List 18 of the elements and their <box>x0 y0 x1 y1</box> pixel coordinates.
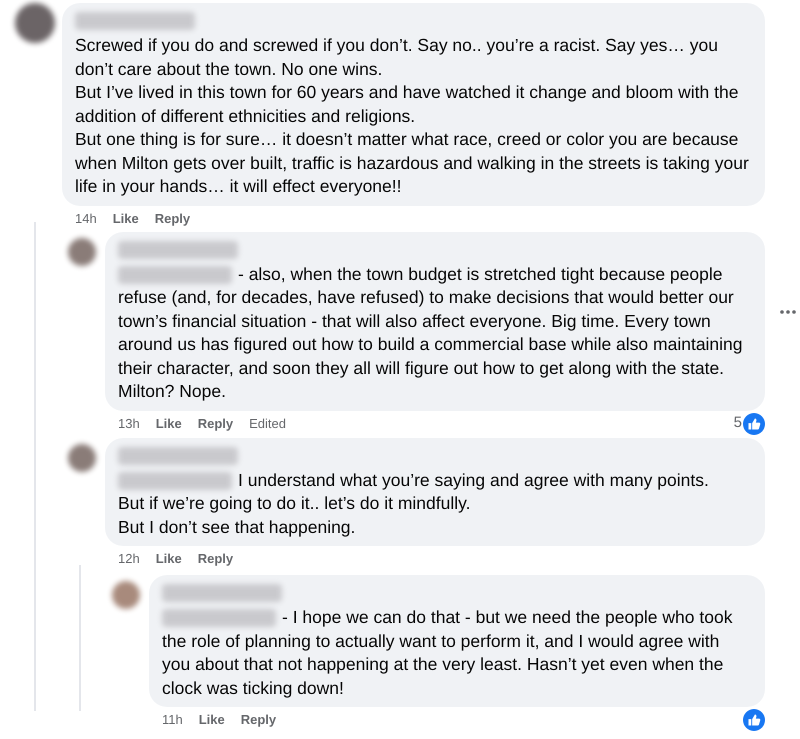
action-link[interactable]: Like <box>112 208 139 228</box>
comment-time: 14h <box>75 210 97 228</box>
action-link[interactable]: Like <box>156 549 182 569</box>
reaction-count: 5 <box>734 413 742 434</box>
comment-text: - I hope we can do that - but we need the people who took the role of planning to actually want to perform it, and I would agree with you about that not happening at the very least. Hasn’t yet even when the clock was ticking down! <box>162 606 734 700</box>
action-link[interactable]: Reply <box>198 414 234 434</box>
comment-text: Screwed if you do and screwed if you don’t. Say no.. you’re a racist. Say yes… you don’t care about the town. No one wins. But I’ve lived in this town for 60 years and have watched it change and bloom with the addition of different ethnicities and religions. But one thing is for sure… it doesn’t matter what race, creed or color you are because when Milton gets over built, traffic is hazardous and walking in the streets is taking your life in your hands… it will effect everyone!! <box>75 34 750 198</box>
action-link[interactable]: Like <box>198 710 225 730</box>
action-link[interactable]: Like <box>156 414 182 434</box>
action-link[interactable]: Reply <box>198 549 234 569</box>
comment-time: 12h <box>118 550 140 568</box>
action-link[interactable]: Reply <box>154 208 190 228</box>
comment-text: - also, when the town budget is stretched tight because people refuse (and, for decades, have refused) to make decisions that would better our town’s financial situation - that will also affect everyone. Big time. Every town around us has figured out how to build a commercial base while also maintaining their character, and soon they all will figure out how to get along with the state. Milton? Nope. <box>118 262 744 403</box>
comment-text: I understand what you’re saying and agree with many points. But if we’re going to do it.. let’s do it mindfully. But I don’t see that happening. <box>118 468 710 539</box>
comment-time: 13h <box>118 414 140 433</box>
action-link[interactable]: Reply <box>240 710 276 730</box>
comment-time: 11h <box>162 711 183 730</box>
edited-label: Edited <box>249 414 286 433</box>
